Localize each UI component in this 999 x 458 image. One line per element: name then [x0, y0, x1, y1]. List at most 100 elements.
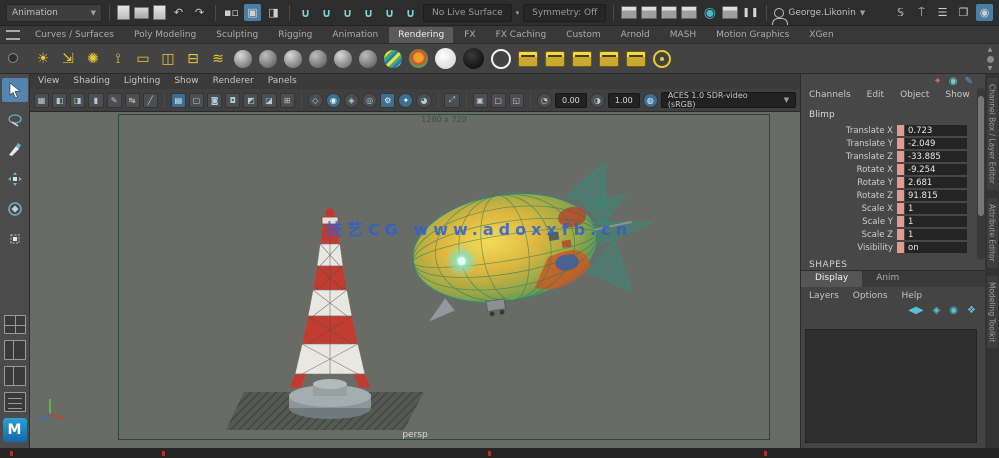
channel-box-scrollbar[interactable]: [977, 88, 985, 260]
user-account-menu[interactable]: George.Likonin ▼: [772, 7, 865, 25]
screen-space-ao-icon[interactable]: ◪: [261, 92, 277, 108]
shelf-tab-arnold[interactable]: Arnold: [612, 27, 659, 43]
render-layers-icon[interactable]: ≋: [209, 51, 227, 67]
substance-icon[interactable]: 𝕊: [892, 4, 909, 21]
channel-value-field[interactable]: -9.254: [905, 164, 967, 175]
menu-help[interactable]: Help: [902, 291, 923, 301]
live-surface-field[interactable]: No Live Surface: [423, 3, 512, 22]
selected-object-name[interactable]: Blimp: [809, 110, 835, 120]
menu-layers[interactable]: Layers: [809, 291, 839, 301]
snap-live-object-icon[interactable]: ∪: [402, 4, 419, 21]
render-settings-icon[interactable]: [681, 6, 698, 19]
channel-value-field[interactable]: 91.815: [905, 190, 967, 201]
scale-tool[interactable]: [2, 227, 28, 251]
new-scene-icon[interactable]: [117, 5, 130, 20]
layout-single-pane-button[interactable]: [3, 392, 26, 413]
anisotropic-material-icon[interactable]: [384, 49, 402, 68]
channel-value-field[interactable]: 1: [905, 216, 967, 227]
chevron-down-icon[interactable]: ▾: [516, 9, 520, 17]
move-layer-up-icon[interactable]: ◀▶: [908, 305, 923, 316]
frame-selection-icon[interactable]: ⤢: [444, 92, 460, 108]
menu-show[interactable]: Show: [945, 90, 969, 100]
isolate-select-icon[interactable]: ◇: [307, 92, 323, 108]
viewport-layout-icon[interactable]: ◉: [976, 4, 993, 21]
viewport-canvas[interactable]: 1280 x 720 技艺CG www.adoxxfb.cn persp: [30, 112, 800, 448]
speed-state-icon[interactable]: ◉: [949, 76, 958, 87]
select-tool[interactable]: [1, 78, 28, 102]
keyed-state-bar[interactable]: [897, 177, 904, 188]
keyed-state-bar[interactable]: [897, 242, 904, 253]
use-all-lights-icon[interactable]: ◘: [225, 92, 241, 108]
exposure-field[interactable]: 0.00: [554, 92, 587, 108]
shelf-tab-sculpting[interactable]: Sculpting: [207, 27, 267, 43]
select-component-icon[interactable]: ◨: [265, 4, 282, 21]
shelf-tab-curves-surfaces[interactable]: Curves / Surfaces: [26, 27, 123, 43]
menu-shading[interactable]: Shading: [73, 76, 110, 89]
render-icon[interactable]: [621, 6, 638, 19]
shelf-tab-motion-graphics[interactable]: Motion Graphics: [707, 27, 798, 43]
exposure-toggle-icon[interactable]: ◎: [362, 92, 378, 108]
keyed-state-bar[interactable]: [897, 164, 904, 175]
pause-icon[interactable]: ❚❚: [742, 4, 759, 21]
resolution-gate-icon[interactable]: ▣: [472, 92, 488, 108]
paint-select-tool[interactable]: [2, 138, 28, 162]
new-layer-icon[interactable]: ❖: [967, 305, 976, 316]
blinn-material-icon[interactable]: [284, 49, 302, 68]
keyed-state-bar[interactable]: [897, 216, 904, 227]
channel-value-field[interactable]: 0.723: [905, 125, 967, 136]
point-light-icon[interactable]: ✺: [84, 51, 102, 67]
edit-channels-icon[interactable]: ✎: [965, 76, 973, 87]
directional-light-icon[interactable]: ⇲: [59, 51, 77, 67]
field-chart-icon[interactable]: ◱: [508, 92, 524, 108]
shelf-tab-mash[interactable]: MASH: [661, 27, 705, 43]
shelf-tab-fx-caching[interactable]: FX Caching: [487, 27, 556, 43]
scroll-down-icon[interactable]: ▼: [988, 65, 993, 72]
exposure-icon[interactable]: ◔: [536, 92, 552, 108]
xray-joints-icon[interactable]: ◈: [343, 92, 359, 108]
layer-list[interactable]: [805, 329, 977, 443]
color-management-icon[interactable]: ◍: [642, 92, 658, 108]
layout-outliner-persp-button[interactable]: [3, 366, 26, 387]
snap-grid-icon[interactable]: ∪: [297, 4, 314, 21]
shelf-tab-poly-modeling[interactable]: Poly Modeling: [125, 27, 205, 43]
shelf-tab-animation[interactable]: Animation: [323, 27, 387, 43]
colorspace-dropdown[interactable]: ACES 1.0 SDR-video (sRGB) ▼: [660, 91, 797, 109]
surface-shader-icon[interactable]: [435, 48, 456, 69]
launch-render-view-icon[interactable]: [722, 6, 739, 19]
shelf-menu-icon[interactable]: [6, 30, 20, 40]
select-hierarchy-icon[interactable]: ▪▫: [223, 4, 240, 21]
tab-modeling-toolkit[interactable]: Modeling Toolkit: [986, 275, 998, 349]
textured-mode-icon[interactable]: ◙: [207, 92, 223, 108]
channel-value-field[interactable]: -2.049: [905, 138, 967, 149]
ramp-shader-icon[interactable]: [359, 49, 377, 68]
oversampling-icon[interactable]: ╱: [142, 92, 158, 108]
image-plane-icon[interactable]: ✎: [106, 92, 122, 108]
shaded-mode-icon[interactable]: ▢: [188, 92, 205, 108]
area-light-icon[interactable]: ⟟: [109, 51, 127, 67]
scrollbar-thumb[interactable]: [978, 96, 984, 216]
tab-display[interactable]: Display: [801, 271, 863, 287]
lock-camera-icon[interactable]: ◧: [52, 92, 68, 108]
shelf-tab-custom[interactable]: Custom: [557, 27, 609, 43]
gamma-field[interactable]: 1.00: [607, 92, 640, 108]
menu-show[interactable]: Show: [174, 76, 198, 89]
ipr-render-icon[interactable]: [641, 6, 658, 19]
render-target-icon[interactable]: [653, 49, 671, 68]
undo-icon[interactable]: ↶: [170, 4, 187, 21]
render-sequence-icon[interactable]: [661, 6, 678, 19]
menu-object[interactable]: Object: [900, 90, 929, 100]
workspace-icon[interactable]: ❐: [955, 4, 972, 21]
volume-light-icon[interactable]: ▭: [134, 51, 152, 67]
black-hole-shader-icon[interactable]: [463, 48, 484, 69]
film-gate-icon[interactable]: ▢: [490, 92, 506, 108]
menu-channels[interactable]: Channels: [809, 90, 851, 100]
snap-point-icon[interactable]: ∪: [339, 4, 356, 21]
tab-anim[interactable]: Anim: [862, 271, 913, 287]
snap-curve-icon[interactable]: ∪: [318, 4, 335, 21]
camera-attributes-icon[interactable]: ◨: [70, 92, 86, 108]
channel-value-field[interactable]: 1: [905, 229, 967, 240]
select-camera-icon[interactable]: ▦: [34, 92, 50, 108]
channel-value-field[interactable]: 1: [905, 203, 967, 214]
shadows-icon[interactable]: ◩: [243, 92, 259, 108]
lasso-tool[interactable]: [2, 108, 28, 132]
